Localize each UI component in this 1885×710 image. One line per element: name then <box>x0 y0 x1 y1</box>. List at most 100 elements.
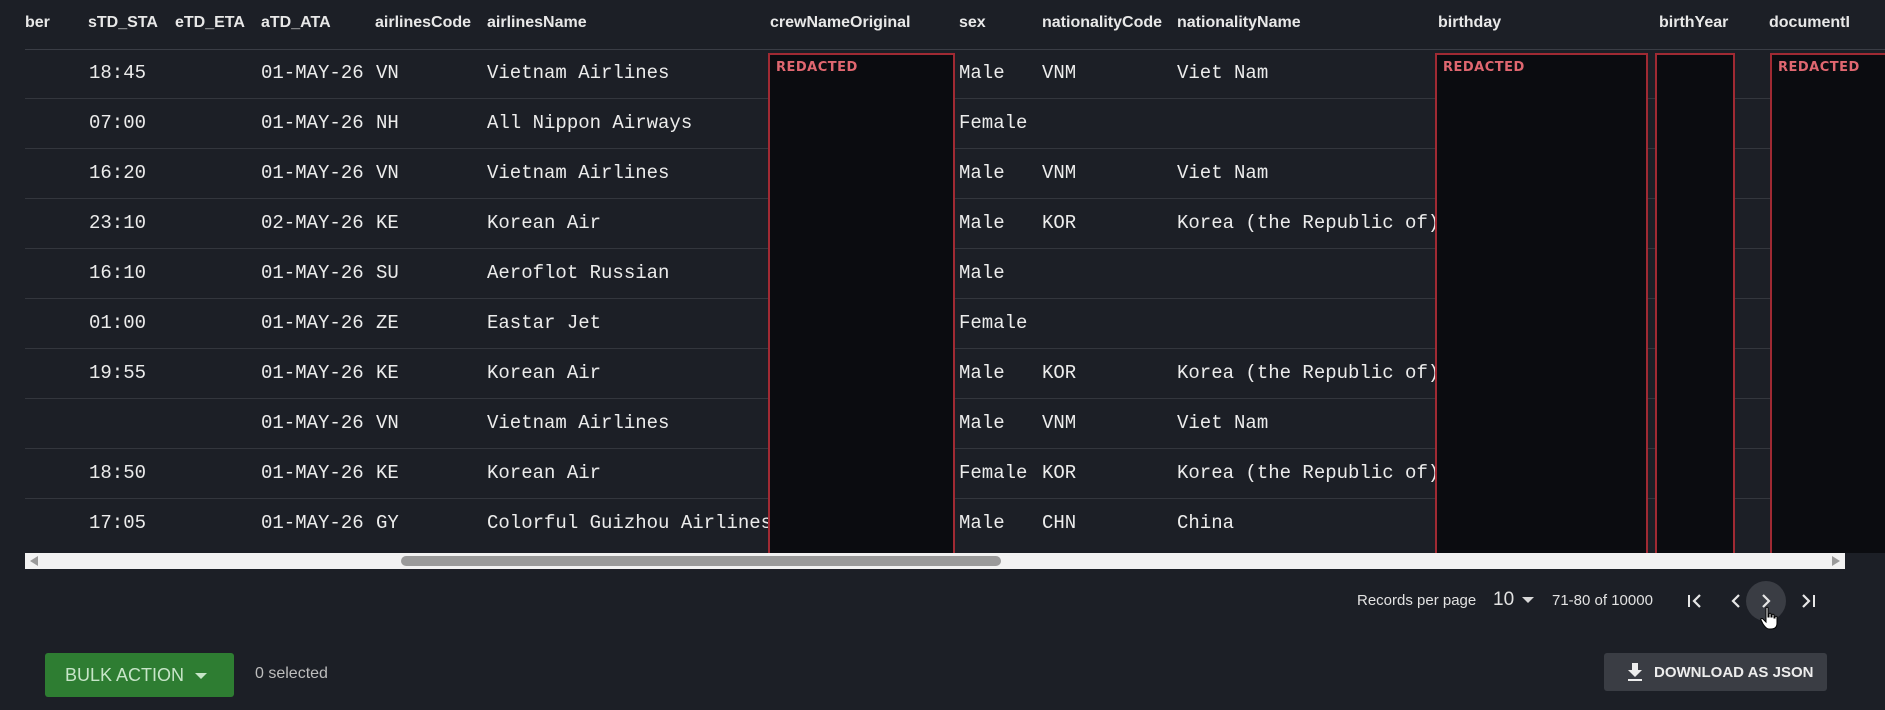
cell-sex: Male <box>959 512 1005 534</box>
cell-airlines-code: GY <box>376 512 399 534</box>
last-page-icon <box>1802 594 1815 608</box>
bulk-action-button[interactable]: BULK ACTION <box>45 653 234 697</box>
cell-nationality-name: Viet Nam <box>1177 162 1269 184</box>
col-header-flight-number[interactable]: ber <box>25 14 50 32</box>
scrollbar-thumb[interactable] <box>401 556 1001 566</box>
cell-airlines-code: ZE <box>376 312 399 334</box>
cell-std: 07:00 <box>89 112 147 134</box>
col-header-etd-eta[interactable]: eTD_ETA <box>175 14 245 32</box>
col-header-crew-name-original[interactable]: crewNameOriginal <box>770 14 911 32</box>
cell-atd: 01-MAY-26 <box>261 262 364 284</box>
cell-atd: 01-MAY-26 <box>261 412 364 434</box>
cell-std: 16:10 <box>89 262 147 284</box>
col-header-sex[interactable]: sex <box>959 14 986 32</box>
cell-std: 23:10 <box>89 212 147 234</box>
cell-airlines-name: Vietnam Airlines <box>487 412 670 434</box>
col-header-atd-ata[interactable]: aTD_ATA <box>261 14 331 32</box>
cell-atd: 01-MAY-26 <box>261 312 364 334</box>
col-header-airlines-name[interactable]: airlinesName <box>487 14 587 32</box>
col-header-birthday[interactable]: birthday <box>1438 14 1501 32</box>
cell-nationality-code: KOR <box>1042 462 1077 484</box>
cell-airlines-name: Colorful Guizhou Airlines <box>487 512 773 534</box>
cell-nationality-name: Viet Nam <box>1177 412 1269 434</box>
cell-sex: Male <box>959 262 1005 284</box>
last-page-button[interactable] <box>1788 581 1828 621</box>
redaction-box-crew-name: REDACTED <box>768 53 955 553</box>
cell-airlines-code: VN <box>376 162 399 184</box>
cell-sex: Female <box>959 462 1028 484</box>
col-header-airlines-code[interactable]: airlinesCode <box>375 14 471 32</box>
download-label: DOWNLOAD AS JSON <box>1654 663 1814 681</box>
cell-nationality-code: VNM <box>1042 162 1077 184</box>
cell-airlines-name: All Nippon Airways <box>487 112 693 134</box>
first-page-button[interactable] <box>1675 581 1715 621</box>
cell-sex: Female <box>959 312 1028 334</box>
cell-nationality-code: KOR <box>1042 362 1077 384</box>
cell-airlines-name: Korean Air <box>487 212 602 234</box>
col-header-birth-year[interactable]: birthYear <box>1659 14 1728 32</box>
cell-airlines-code: VN <box>376 412 399 434</box>
cell-airlines-code: SU <box>376 262 399 284</box>
scroll-left-arrow-icon[interactable] <box>30 556 38 566</box>
horizontal-scrollbar[interactable] <box>25 553 1845 569</box>
cell-std: 18:45 <box>89 62 147 84</box>
download-json-button[interactable]: DOWNLOAD AS JSON <box>1604 653 1827 691</box>
cell-nationality-code: VNM <box>1042 412 1077 434</box>
redaction-box-birth-year <box>1655 53 1735 553</box>
cell-atd: 01-MAY-26 <box>261 112 364 134</box>
data-grid: ber sTD_STA eTD_ETA aTD_ATA airlinesCode… <box>25 0 1885 553</box>
download-icon <box>1628 663 1642 681</box>
cell-airlines-code: KE <box>376 462 399 484</box>
page-range: 71-80 of 10000 <box>1552 592 1653 609</box>
cell-airlines-code: KE <box>376 362 399 384</box>
cell-nationality-name: Viet Nam <box>1177 62 1269 84</box>
hand-cursor-icon <box>1760 606 1778 630</box>
cell-nationality-name: Korea (the Republic of) <box>1177 362 1440 384</box>
cell-airlines-name: Eastar Jet <box>487 312 602 334</box>
cell-airlines-name: Vietnam Airlines <box>487 62 670 84</box>
redaction-box-document: REDACTED <box>1770 53 1885 553</box>
cell-atd: 01-MAY-26 <box>261 62 364 84</box>
cell-sex: Male <box>959 162 1005 184</box>
cell-std: 17:05 <box>89 512 147 534</box>
cell-airlines-code: NH <box>376 112 399 134</box>
cell-airlines-code: VN <box>376 62 399 84</box>
cell-std: 01:00 <box>89 312 147 334</box>
chevron-left-icon <box>1731 594 1740 608</box>
cell-sex: Male <box>959 412 1005 434</box>
cell-atd: 01-MAY-26 <box>261 462 364 484</box>
cell-std: 16:20 <box>89 162 147 184</box>
cell-nationality-name: Korea (the Republic of) <box>1177 462 1440 484</box>
col-header-nationality-code[interactable]: nationalityCode <box>1042 14 1162 32</box>
cell-sex: Male <box>959 62 1005 84</box>
cell-nationality-name: Korea (the Republic of) <box>1177 212 1440 234</box>
cell-airlines-name: Aeroflot Russian <box>487 262 670 284</box>
redacted-label: REDACTED <box>776 60 858 75</box>
records-per-page-select[interactable]: 10 <box>1493 589 1514 611</box>
cell-sex: Male <box>959 212 1005 234</box>
col-header-document[interactable]: documentI <box>1769 14 1850 32</box>
cell-nationality-name: China <box>1177 512 1235 534</box>
cell-nationality-code: VNM <box>1042 62 1077 84</box>
cell-sex: Male <box>959 362 1005 384</box>
scroll-right-arrow-icon[interactable] <box>1832 556 1840 566</box>
chevron-down-icon <box>195 673 207 679</box>
cell-atd: 02-MAY-26 <box>261 212 364 234</box>
cell-nationality-code: CHN <box>1042 512 1077 534</box>
cell-std: 18:50 <box>89 462 147 484</box>
cell-nationality-code: KOR <box>1042 212 1077 234</box>
cell-atd: 01-MAY-26 <box>261 162 364 184</box>
grid-header: ber sTD_STA eTD_ETA aTD_ATA airlinesCode… <box>25 0 1885 50</box>
col-header-std-sta[interactable]: sTD_STA <box>88 14 158 32</box>
cell-airlines-name: Vietnam Airlines <box>487 162 670 184</box>
cell-atd: 01-MAY-26 <box>261 512 364 534</box>
cell-airlines-name: Korean Air <box>487 362 602 384</box>
cell-atd: 01-MAY-26 <box>261 362 364 384</box>
cell-airlines-code: KE <box>376 212 399 234</box>
redaction-box-birthday: REDACTED <box>1435 53 1648 553</box>
redacted-label: REDACTED <box>1778 60 1860 75</box>
chevron-down-icon[interactable] <box>1522 597 1534 603</box>
col-header-nationality-name[interactable]: nationalityName <box>1177 14 1301 32</box>
cell-sex: Female <box>959 112 1028 134</box>
first-page-icon <box>1688 594 1701 608</box>
